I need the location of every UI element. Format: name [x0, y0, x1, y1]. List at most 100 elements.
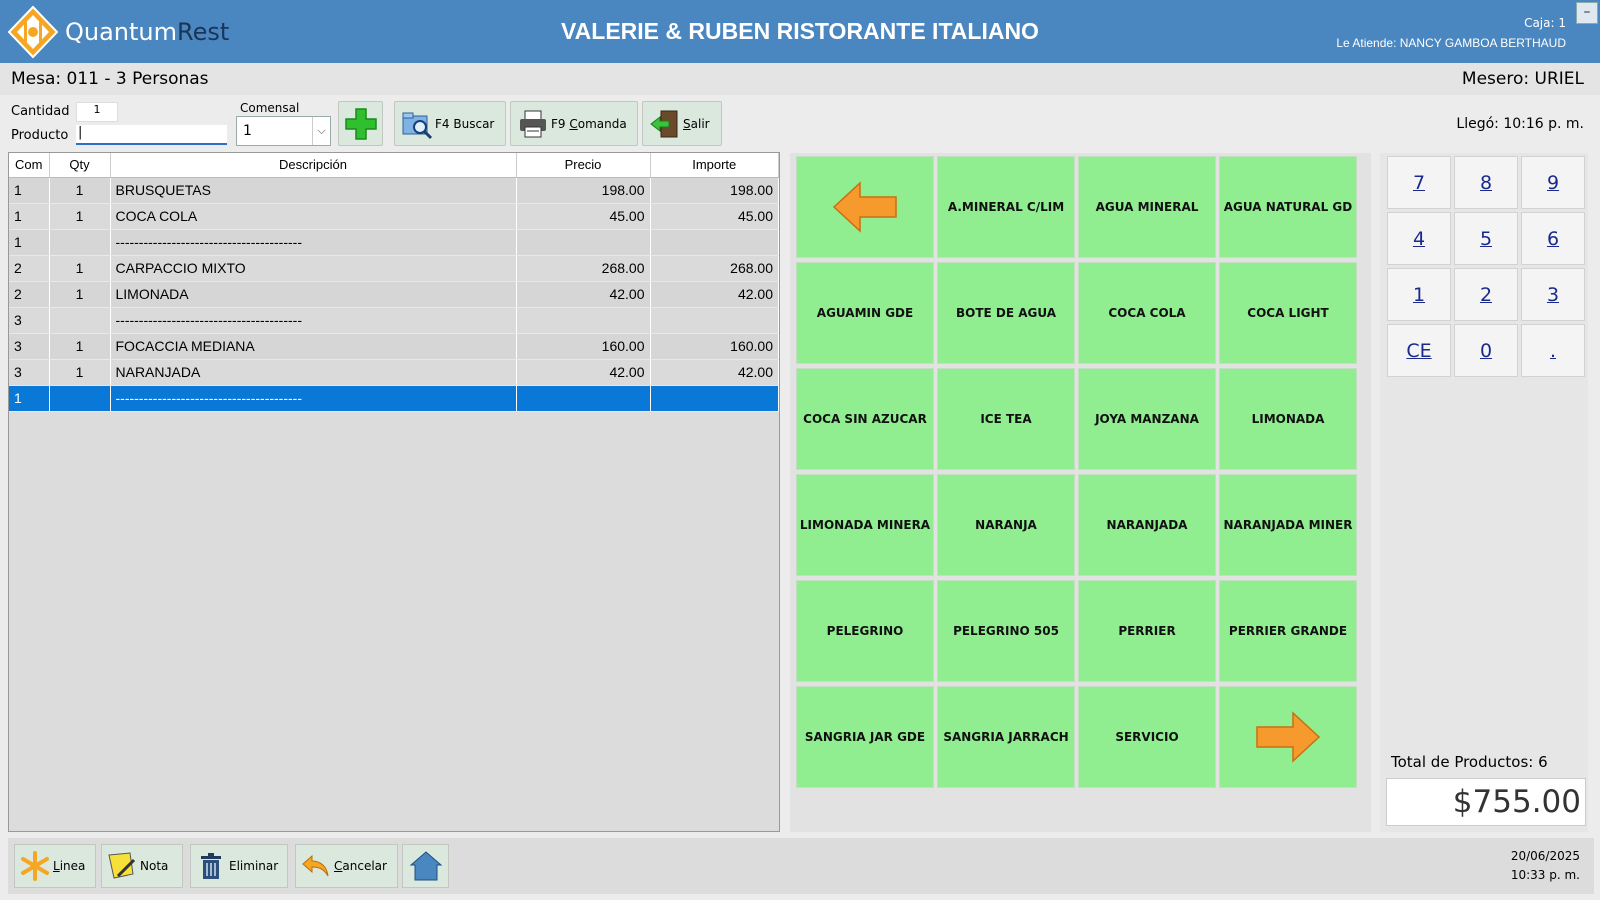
product-button[interactable]: LIMONADA MINERA — [796, 474, 934, 576]
home-button[interactable] — [402, 844, 449, 888]
col-header-amount[interactable]: Importe — [650, 153, 779, 178]
cell-description: CARPACCIO MIXTO — [110, 255, 517, 282]
numpad-key[interactable]: 0 — [1454, 324, 1518, 377]
numpad-key[interactable]: 5 — [1454, 212, 1518, 265]
cell-com: 1 — [9, 229, 50, 256]
col-header-description[interactable]: Descripción — [110, 153, 517, 178]
delete-button[interactable]: Eliminar — [190, 844, 288, 888]
product-button[interactable]: AGUAMIN GDE — [796, 262, 934, 364]
numpad-key[interactable]: CE — [1387, 324, 1451, 377]
cell-com: 1 — [9, 203, 50, 230]
product-button[interactable]: SERVICIO — [1078, 686, 1216, 788]
product-button[interactable]: ICE TEA — [937, 368, 1075, 470]
cell-qty: 1 — [49, 333, 111, 360]
exit-button[interactable]: Salir — [642, 101, 722, 146]
numpad-key[interactable]: 7 — [1387, 156, 1451, 209]
table-row[interactable]: 1 ---------------------------------------… — [9, 385, 779, 412]
product-button[interactable]: AGUA NATURAL GD — [1219, 156, 1357, 258]
arrow-right-icon — [1256, 711, 1321, 763]
exit-button-label: Salir — [683, 116, 710, 131]
product-button[interactable]: PELEGRINO — [796, 580, 934, 682]
product-button[interactable]: LIMONADA — [1219, 368, 1357, 470]
product-button[interactable]: SANGRIA JAR GDE — [796, 686, 934, 788]
search-button-label: F4 Buscar — [435, 116, 495, 131]
numpad-key[interactable]: 8 — [1454, 156, 1518, 209]
table-row[interactable]: 3 ---------------------------------------… — [9, 307, 779, 334]
quantity-input[interactable]: 1 — [76, 102, 118, 122]
next-page-button[interactable] — [1219, 686, 1357, 788]
note-button[interactable]: Nota — [101, 844, 183, 888]
product-button[interactable]: COCA LIGHT — [1219, 262, 1357, 364]
table-header-row: Com Qty Descripción Precio Importe — [9, 153, 779, 178]
logo: QuantumRest — [5, 3, 229, 61]
col-header-com[interactable]: Com — [9, 153, 50, 178]
current-time: 10:33 p. m. — [1510, 868, 1580, 882]
diner-select-value: 1 — [243, 123, 252, 139]
product-button[interactable]: SANGRIA JARRACH — [937, 686, 1075, 788]
table-row[interactable]: 1 ---------------------------------------… — [9, 229, 779, 256]
cell-amount: 268.00 — [650, 255, 779, 282]
numpad-key[interactable]: 4 — [1387, 212, 1451, 265]
comanda-button[interactable]: F9 Comanda — [510, 101, 638, 146]
table-info-bar: Mesa: 011 - 3 Personas Mesero: URIEL — [0, 63, 1600, 95]
asterisk-icon — [21, 851, 49, 881]
delete-button-label: Eliminar — [229, 859, 279, 873]
app-header: QuantumRest VALERIE & RUBEN RISTORANTE I… — [0, 0, 1600, 63]
product-button[interactable]: COCA COLA — [1078, 262, 1216, 364]
product-button[interactable]: JOYA MANZANA — [1078, 368, 1216, 470]
table-row[interactable]: 3 1 FOCACCIA MEDIANA 160.00 160.00 — [9, 333, 779, 360]
table-info: Mesa: 011 - 3 Personas — [11, 69, 209, 89]
minimize-button[interactable]: – — [1576, 2, 1598, 24]
numpad-key[interactable]: 3 — [1521, 268, 1585, 321]
cell-description: NARANJADA — [110, 359, 517, 386]
col-header-qty[interactable]: Qty — [49, 153, 111, 178]
product-input[interactable]: | — [76, 125, 227, 145]
product-label: Producto — [11, 128, 69, 143]
cell-qty: 1 — [49, 255, 111, 282]
product-button[interactable]: NARANJADA — [1078, 474, 1216, 576]
cell-qty: 1 — [49, 177, 111, 204]
product-button[interactable]: BOTE DE AGUA — [937, 262, 1075, 364]
comanda-button-label: F9 Comanda — [551, 116, 627, 131]
cell-amount: 198.00 — [650, 177, 779, 204]
cell-description: ---------------------------------------- — [110, 229, 517, 256]
numpad-key[interactable]: . — [1521, 324, 1585, 377]
cancel-button[interactable]: Cancelar — [295, 844, 398, 888]
cell-description: LIMONADA — [110, 281, 517, 308]
col-header-price[interactable]: Precio — [516, 153, 651, 178]
chevron-down-icon[interactable]: ⌵ — [312, 117, 330, 145]
search-button[interactable]: F4 Buscar — [394, 101, 506, 146]
product-button[interactable]: NARANJA — [937, 474, 1075, 576]
trash-icon — [201, 853, 221, 879]
cell-description: ---------------------------------------- — [110, 307, 517, 334]
product-button[interactable]: PERRIER — [1078, 580, 1216, 682]
numpad-key[interactable]: 9 — [1521, 156, 1585, 209]
cell-price — [516, 229, 651, 256]
waiter-info: Mesero: URIEL — [1461, 69, 1584, 89]
line-button[interactable]: Linea — [14, 844, 96, 888]
table-row[interactable]: 1 1 BRUSQUETAS 198.00 198.00 — [9, 177, 779, 204]
product-button[interactable]: PELEGRINO 505 — [937, 580, 1075, 682]
cell-com: 3 — [9, 307, 50, 334]
order-table[interactable]: Com Qty Descripción Precio Importe 1 1 BRU… — [8, 152, 780, 832]
prev-page-button[interactable] — [796, 156, 934, 258]
table-row[interactable]: 3 1 NARANJADA 42.00 42.00 — [9, 359, 779, 386]
brand-name: QuantumRest — [65, 18, 230, 46]
add-product-button[interactable] — [338, 101, 383, 146]
total-products-label: Total de Productos: 6 — [1391, 753, 1548, 771]
product-button[interactable]: COCA SIN AZUCAR — [796, 368, 934, 470]
diner-select[interactable]: 1 ⌵ — [236, 116, 331, 146]
home-icon — [409, 851, 443, 881]
table-row[interactable]: 1 1 COCA COLA 45.00 45.00 — [9, 203, 779, 230]
product-button[interactable]: PERRIER GRANDE — [1219, 580, 1357, 682]
numpad-key[interactable]: 6 — [1521, 212, 1585, 265]
note-button-label: Nota — [140, 859, 169, 873]
numpad-key[interactable]: 1 — [1387, 268, 1451, 321]
product-button[interactable]: AGUA MINERAL — [1078, 156, 1216, 258]
product-button[interactable]: NARANJADA MINER — [1219, 474, 1357, 576]
numpad-key[interactable]: 2 — [1454, 268, 1518, 321]
table-row[interactable]: 2 1 LIMONADA 42.00 42.00 — [9, 281, 779, 308]
product-button[interactable]: A.MINERAL C/LIM — [937, 156, 1075, 258]
arrow-left-icon — [832, 181, 897, 233]
table-row[interactable]: 2 1 CARPACCIO MIXTO 268.00 268.00 — [9, 255, 779, 282]
